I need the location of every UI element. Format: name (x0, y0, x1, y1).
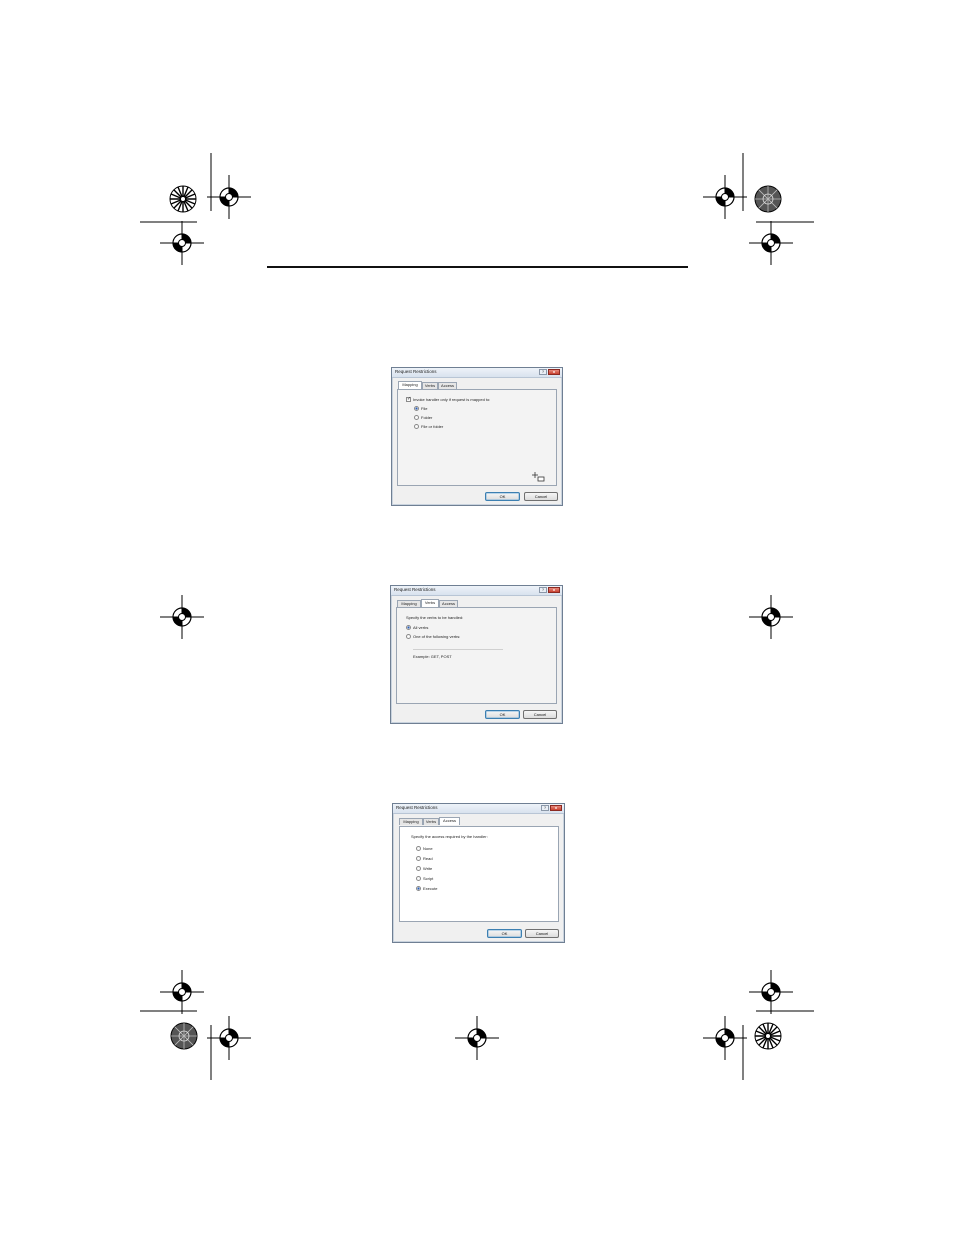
dialog-titlebar: Request Restrictions ? x (393, 804, 564, 814)
radio-all-verbs-label: All verbs (413, 625, 429, 630)
access-prompt: Specify the access required by the handl… (411, 834, 488, 839)
tab-strip: Mapping Verbs Access (399, 817, 549, 825)
tab-verbs[interactable]: Verbs (422, 382, 438, 389)
help-icon[interactable]: ? (539, 587, 547, 593)
mouse-cursor-icon (532, 472, 545, 482)
cancel-button[interactable]: Cancel (525, 929, 559, 938)
tab-access[interactable]: Access (439, 817, 460, 825)
cancel-button[interactable]: Cancel (523, 710, 557, 719)
tab-strip: Mapping Verbs Access (398, 381, 548, 389)
radio-following-verbs[interactable] (406, 634, 411, 639)
tab-verbs[interactable]: Verbs (423, 818, 439, 825)
tab-panel-verbs: Specify the verbs to be handled: All ver… (396, 607, 557, 704)
radio-file-or-folder-label: File or folder (421, 424, 444, 429)
request-restrictions-dialog-verbs: Request Restrictions ? x Mapping Verbs A… (390, 585, 563, 724)
help-icon[interactable]: ? (541, 805, 549, 811)
close-icon[interactable]: x (550, 805, 562, 811)
radio-execute[interactable] (416, 886, 421, 891)
radio-write[interactable] (416, 866, 421, 871)
dialog-title: Request Restrictions (396, 805, 438, 810)
radio-all-verbs[interactable] (406, 625, 411, 630)
verbs-prompt: Specify the verbs to be handled: (406, 615, 464, 620)
radio-file[interactable] (414, 406, 419, 411)
radio-following-verbs-label: One of the following verbs: (413, 634, 461, 639)
tab-access[interactable]: Access (438, 382, 457, 389)
radio-execute-label: Execute (423, 886, 438, 891)
tab-panel-mapping: ✓ Invoke handler only if request is mapp… (397, 389, 557, 486)
tab-mapping[interactable]: Mapping (399, 818, 423, 825)
radio-read-label: Read (423, 856, 433, 861)
radio-read[interactable] (416, 856, 421, 861)
verbs-input[interactable] (413, 643, 503, 650)
ok-button[interactable]: OK (487, 929, 522, 938)
dialog-titlebar: Request Restrictions ? x (391, 586, 562, 596)
ok-button[interactable]: OK (485, 492, 520, 501)
tab-verbs[interactable]: Verbs (421, 599, 439, 607)
radio-write-label: Write (423, 866, 433, 871)
radio-folder-label: Folder (421, 415, 433, 420)
dialog-titlebar: Request Restrictions ? x (392, 368, 562, 378)
tab-panel-access: Specify the access required by the handl… (399, 826, 559, 922)
verbs-example: Example: GET, POST (413, 654, 452, 659)
request-restrictions-dialog-access: Request Restrictions ? x Mapping Verbs A… (392, 803, 565, 943)
cancel-button[interactable]: Cancel (524, 492, 558, 501)
close-icon[interactable]: x (548, 369, 560, 375)
tab-strip: Mapping Verbs Access (397, 599, 547, 607)
invoke-handler-label: Invoke handler only if request is mapped… (413, 397, 491, 402)
ok-button[interactable]: OK (485, 710, 520, 719)
radio-none[interactable] (416, 846, 421, 851)
radio-file-label: File (421, 406, 428, 411)
invoke-handler-checkbox[interactable]: ✓ (406, 397, 411, 402)
help-icon[interactable]: ? (539, 369, 547, 375)
radio-script[interactable] (416, 876, 421, 881)
request-restrictions-dialog-mapping: Request Restrictions ? x Mapping Verbs A… (391, 367, 563, 506)
radio-script-label: Script (423, 876, 434, 881)
radio-folder[interactable] (414, 415, 419, 420)
dialog-title: Request Restrictions (394, 587, 436, 592)
close-icon[interactable]: x (548, 587, 560, 593)
tab-mapping[interactable]: Mapping (397, 600, 421, 607)
dialog-title: Request Restrictions (395, 369, 437, 374)
radio-file-or-folder[interactable] (414, 424, 419, 429)
tab-access[interactable]: Access (439, 600, 458, 607)
tab-mapping[interactable]: Mapping (398, 381, 422, 389)
page-header-rule (267, 266, 688, 268)
radio-none-label: None (423, 846, 433, 851)
